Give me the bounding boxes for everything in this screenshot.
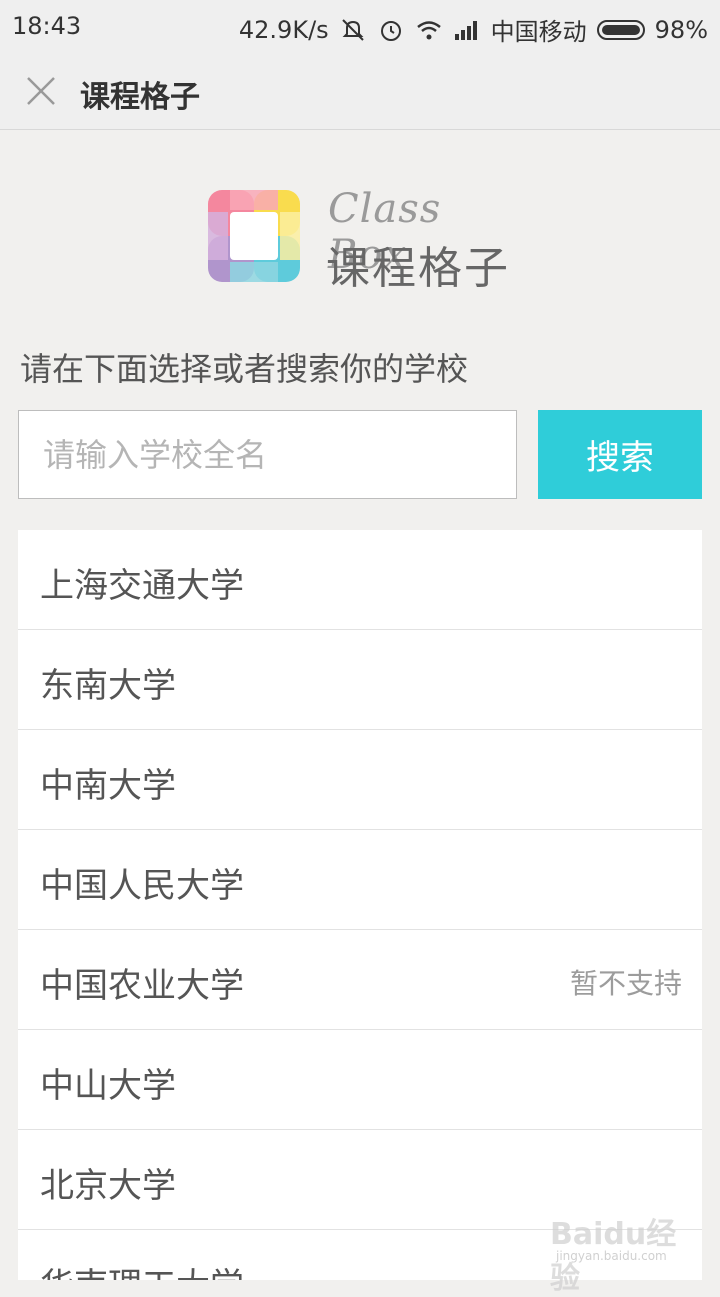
school-list-item[interactable]: 上海交通大学 (18, 530, 702, 630)
school-name: 中国人民大学 (40, 866, 244, 906)
status-right: 42.9K/s 中国移动 98% (239, 12, 708, 47)
status-bar: 18:43 42.9K/s 中国移动 98% (0, 0, 720, 52)
school-name: 北京大学 (40, 1166, 176, 1206)
carrier-name: 中国移动 (490, 18, 587, 46)
watermark-url: jingyan.baidu.com (556, 1249, 667, 1263)
school-name: 华南理工大学 (40, 1258, 244, 1280)
signal-icon (454, 20, 477, 40)
school-list-item[interactable]: 中山大学 (18, 1030, 702, 1130)
school-list-item[interactable]: 东南大学 (18, 630, 702, 730)
classbox-logo-icon (208, 190, 300, 282)
school-list-item[interactable]: 中南大学 (18, 730, 702, 830)
school-search-input[interactable] (18, 410, 517, 499)
alarm-icon (380, 20, 401, 41)
close-icon[interactable] (24, 74, 58, 108)
logo-text-chinese: 课程格子 (326, 243, 510, 294)
battery-icon (596, 19, 645, 40)
battery-percent: 98% (654, 15, 708, 44)
title-bar: 课程格子 (0, 52, 720, 130)
school-name: 中山大学 (40, 1066, 176, 1106)
school-name: 中国农业大学 (40, 966, 244, 1006)
school-status-unsupported: 暂不支持 (569, 967, 682, 1000)
school-list-item[interactable]: 中国人民大学 (18, 830, 702, 930)
school-list: 上海交通大学 东南大学 中南大学 中国人民大学 中国农业大学 暂不支持 中山大学… (18, 530, 702, 1280)
school-name: 上海交通大学 (40, 566, 244, 606)
school-list-item[interactable]: 中国农业大学 暂不支持 (18, 930, 702, 1030)
page-title: 课程格子 (80, 80, 200, 115)
baidu-watermark: Baidu经验 jingyan.baidu.com (550, 1209, 690, 1296)
search-button[interactable]: 搜索 (538, 410, 702, 499)
network-speed: 42.9K/s (238, 15, 329, 44)
app-logo: Class Box 课程格子 (208, 186, 518, 294)
status-time: 18:43 (12, 12, 82, 40)
school-select-prompt: 请在下面选择或者搜索你的学校 (20, 350, 469, 388)
wifi-icon (416, 20, 441, 39)
mute-icon (341, 18, 364, 41)
school-name: 中南大学 (40, 766, 176, 806)
school-name: 东南大学 (40, 666, 176, 706)
